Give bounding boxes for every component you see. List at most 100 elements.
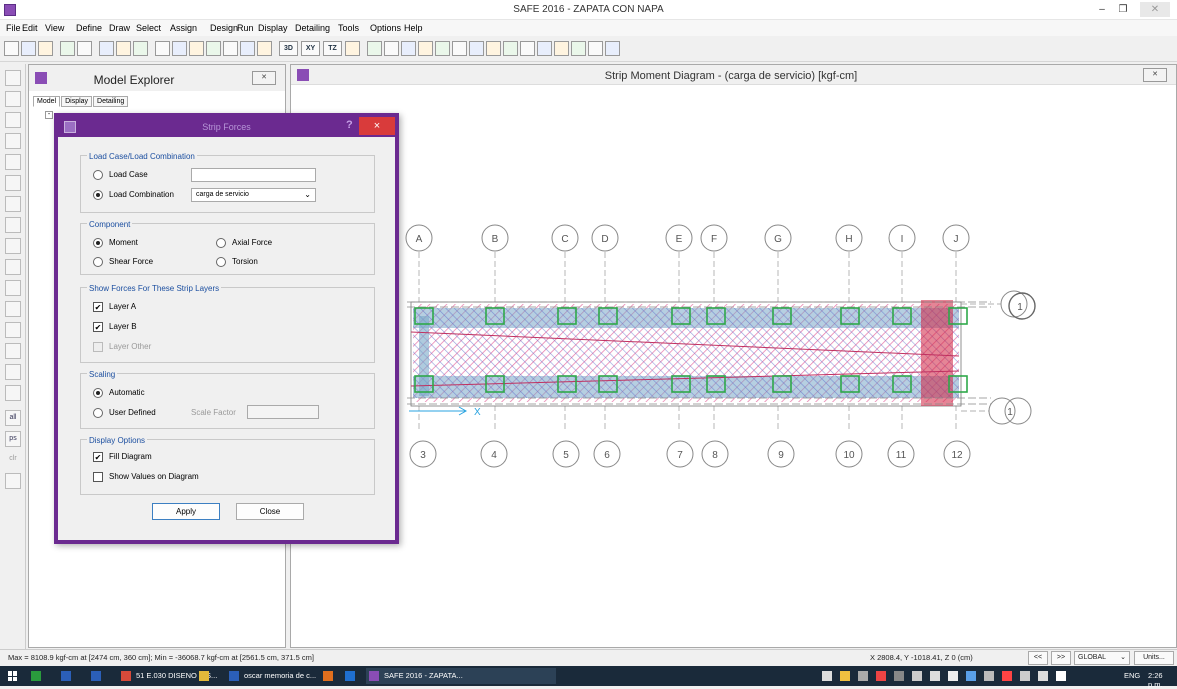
redo-icon[interactable] [77, 41, 92, 56]
grid-icon[interactable] [571, 41, 586, 56]
window-close-button[interactable]: ✕ [1140, 2, 1170, 17]
tray-icon[interactable] [948, 671, 958, 681]
apply-button[interactable]: Apply [152, 503, 220, 520]
tray-icon[interactable] [966, 671, 976, 681]
tray-icon[interactable] [858, 671, 868, 681]
draw-tendon-icon[interactable] [5, 280, 21, 296]
automatic-option[interactable]: Automatic [93, 388, 145, 398]
zoom-prev-icon[interactable] [240, 41, 255, 56]
locked-run-icon[interactable] [155, 41, 170, 56]
layer-a-option[interactable]: ✔ Layer A [93, 302, 136, 312]
check-icon[interactable] [401, 41, 416, 56]
load-case-option[interactable]: Load Case [93, 170, 148, 180]
draw-rect-icon[interactable] [5, 133, 21, 149]
dimension-icon[interactable] [5, 364, 21, 380]
draw-wall-icon[interactable] [5, 217, 21, 233]
crosshair-icon[interactable] [5, 473, 21, 489]
load-case-radio[interactable] [93, 170, 103, 180]
tab-detailing[interactable]: Detailing [93, 96, 129, 107]
pdf-task[interactable]: 51 E.030 DISENO SIS... [118, 668, 217, 684]
draw-slab-icon[interactable] [5, 112, 21, 128]
shear-force-option[interactable]: Shear Force [93, 257, 153, 267]
perspective-icon[interactable] [367, 41, 382, 56]
ie-task[interactable] [342, 668, 362, 684]
chart-icon[interactable] [588, 41, 603, 56]
save-icon[interactable] [38, 41, 53, 56]
frame-icon[interactable] [554, 41, 569, 56]
ortho-icon[interactable] [345, 41, 360, 56]
tray-icon[interactable] [876, 671, 886, 681]
moment-radio[interactable] [93, 238, 103, 248]
menu-view[interactable]: View [45, 23, 64, 33]
plot-close-button[interactable]: ✕ [1143, 68, 1167, 82]
tray-icon[interactable] [840, 671, 850, 681]
fill-diagram-checkbox[interactable]: ✔ [93, 452, 103, 462]
object-shrink-icon[interactable] [418, 41, 433, 56]
draw-point-icon[interactable] [5, 175, 21, 191]
previous-button[interactable]: << [1028, 651, 1048, 665]
tray-icon[interactable] [984, 671, 994, 681]
fill-diagram-option[interactable]: ✔ Fill Diagram [93, 452, 152, 462]
menu-define[interactable]: Define [76, 23, 102, 33]
draw-strip-icon[interactable] [5, 238, 21, 254]
menu-design[interactable]: Design [210, 23, 238, 33]
elevation-icon[interactable] [520, 41, 535, 56]
layer-b-option[interactable]: ✔ Layer B [93, 322, 137, 332]
tray-icon[interactable] [894, 671, 904, 681]
tree-collapse-icon[interactable]: - [45, 111, 53, 119]
clock[interactable]: 2:26 p.m. [1148, 671, 1177, 689]
next-button[interactable]: >> [1051, 651, 1071, 665]
draw-support-icon[interactable] [5, 322, 21, 338]
torsion-option[interactable]: Torsion [216, 257, 258, 267]
tray-icon[interactable] [1056, 671, 1066, 681]
moment-option[interactable]: Moment [93, 238, 138, 248]
chrome-task[interactable] [320, 668, 340, 684]
shear-force-radio[interactable] [93, 257, 103, 267]
layer-b-checkbox[interactable]: ✔ [93, 322, 103, 332]
zoom-window-icon[interactable] [172, 41, 187, 56]
run-icon[interactable] [133, 41, 148, 56]
start-icon[interactable] [8, 671, 18, 681]
tray-icon[interactable] [1002, 671, 1012, 681]
axial-force-radio[interactable] [216, 238, 226, 248]
explorer-close-button[interactable]: ✕ [252, 71, 276, 85]
menu-tools[interactable]: Tools [338, 23, 359, 33]
tray-icon[interactable] [1020, 671, 1030, 681]
snap-icon[interactable] [5, 385, 21, 401]
pointer-icon[interactable] [5, 70, 21, 86]
draw-grid-icon[interactable] [5, 259, 21, 275]
load-case-field[interactable] [191, 168, 316, 182]
word-doc-task[interactable]: oscar memoria de c... [226, 668, 316, 684]
clr-select-button[interactable]: clr [5, 452, 21, 468]
new-icon[interactable] [4, 41, 19, 56]
menu-draw[interactable]: Draw [109, 23, 130, 33]
load-combination-option[interactable]: Load Combination [93, 190, 174, 200]
point-load-icon[interactable] [5, 343, 21, 359]
restore-button[interactable]: ❐ [1113, 2, 1133, 17]
folder-task[interactable] [196, 668, 222, 684]
refresh-icon[interactable] [116, 41, 131, 56]
draw-beam-icon[interactable] [5, 154, 21, 170]
view-tz-button[interactable]: TZ [323, 41, 342, 56]
menu-file[interactable]: File [6, 23, 21, 33]
ps-select-button[interactable]: ps [5, 431, 21, 447]
triangle-icon[interactable] [452, 41, 467, 56]
pan-icon[interactable] [257, 41, 272, 56]
automatic-radio[interactable] [93, 388, 103, 398]
units-button[interactable]: Units... [1134, 651, 1174, 665]
zoom-in-icon[interactable] [189, 41, 204, 56]
undo-icon[interactable] [60, 41, 75, 56]
scale-factor-field[interactable] [247, 405, 319, 419]
axial-force-option[interactable]: Axial Force [216, 238, 272, 248]
layer-a-checkbox[interactable]: ✔ [93, 302, 103, 312]
language-indicator[interactable]: ENG [1124, 671, 1140, 680]
menu-help[interactable]: Help [404, 23, 423, 33]
material-icon[interactable] [503, 41, 518, 56]
menu-options[interactable]: Options [370, 23, 401, 33]
word-task[interactable] [88, 668, 114, 684]
model-icon[interactable] [384, 41, 399, 56]
person-icon[interactable] [469, 41, 484, 56]
excel-task[interactable] [28, 668, 54, 684]
tray-icon[interactable] [1038, 671, 1048, 681]
show-values-checkbox[interactable] [93, 472, 103, 482]
